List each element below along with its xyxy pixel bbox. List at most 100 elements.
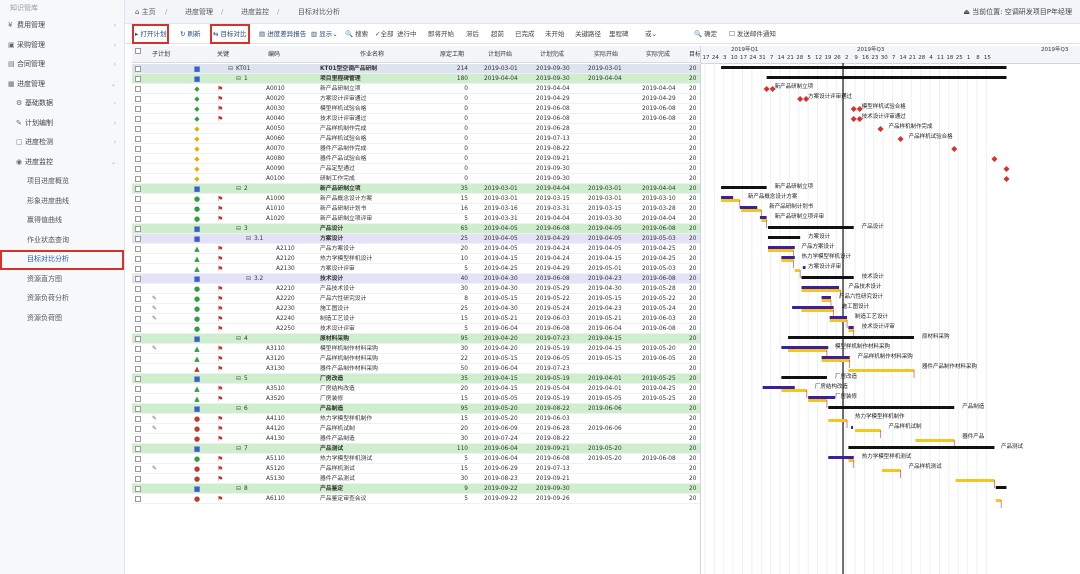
col-header-plan-finish[interactable]: 计划完成	[540, 46, 564, 63]
expand-toggle-icon[interactable]: ⊟	[236, 404, 241, 414]
row-checkbox[interactable]	[135, 186, 141, 192]
filter-option[interactable]: 里程碑	[609, 27, 629, 41]
row-checkbox[interactable]	[135, 316, 141, 322]
table-row[interactable]: ✎ ● ⚑ A2240 制造工艺设计 15 2019-05-21 2019-06-03 2019…	[132, 314, 700, 324]
table-row[interactable]: ● ⚑ A5110 热力学模型样机测试 5 2019-06-04 2019-06-08 201…	[132, 454, 700, 464]
table-row[interactable]: ■ ⊟ KT01 KT01型空调产品研制 214 2019-03-01 2019-09-30…	[132, 64, 700, 74]
sidebar-item[interactable]: 项目进度概览	[0, 172, 124, 192]
table-row[interactable]: ◆ A0060 产品样机试验合格 0 2019-07-13 20	[132, 134, 700, 144]
table-row[interactable]: ● ⚑ A1010 新产品研制计划书 16 2019-03-16 2019-03-31 201…	[132, 204, 700, 214]
table-row[interactable]: ● ⚑ A2210 产品技术设计 30 2019-04-30 2019-05-29 2019-…	[132, 284, 700, 294]
table-row[interactable]: ■ ⊟ 1 项目里程碑管理 180 2019-04-04 2019-09-30 2019-04…	[132, 74, 700, 84]
sidebar-item[interactable]: ◉ 进度监控 ⌄	[0, 153, 124, 173]
refresh-button[interactable]: ↻ 刷新	[180, 27, 201, 41]
link-icon[interactable]: ✎	[152, 294, 157, 304]
sidebar-item[interactable]: ▦ 进度管理 ⌄	[0, 75, 124, 95]
table-row[interactable]: ◆ ⚑ A0020 方案设计评审通过 0 2019-04-29 2019-04-29 20	[132, 94, 700, 104]
sidebar-item[interactable]: 作业状态查询	[0, 231, 124, 251]
filter-option[interactable]: 未开始	[545, 27, 565, 41]
sidebar-item[interactable]: ▣ 采购管理 ›	[0, 36, 124, 56]
table-row[interactable]: ✎ ● ⚑ A4120 产品样机试制 20 2019-06-09 2019-06-28 2019…	[132, 424, 700, 434]
table-row[interactable]: ▲ ⚑ A2130 方案设计评审 5 2019-04-25 2019-04-29 2019-0…	[132, 264, 700, 274]
select-all-checkbox[interactable]	[135, 48, 141, 54]
col-header-target[interactable]: 目标	[689, 46, 700, 63]
table-row[interactable]: ● ⚑ A1000 新产品概念设计方案 15 2019-03-01 2019-03-15 20…	[132, 194, 700, 204]
filter-option[interactable]: ✓全部	[375, 27, 393, 41]
table-row[interactable]: ▲ ⚑ A3130 器件产品制作材料采购 50 2019-06-04 2019-07-23 2…	[132, 364, 700, 374]
col-header-key[interactable]: 关键	[217, 46, 229, 63]
sidebar-item[interactable]: ▤ 合同管理 ›	[0, 55, 124, 75]
table-row[interactable]: ◆ ⚑ A0040 技术设计评审通过 0 2019-06-08 2019-06-08 20	[132, 114, 700, 124]
col-header-plan-start[interactable]: 计划开始	[488, 46, 512, 63]
expand-toggle-icon[interactable]: ⊟	[236, 484, 241, 494]
row-checkbox[interactable]	[135, 276, 141, 282]
row-checkbox[interactable]	[135, 476, 141, 482]
row-checkbox[interactable]	[135, 486, 141, 492]
expand-toggle-icon[interactable]: ⊟	[236, 374, 241, 384]
table-row[interactable]: ✎ ● ⚑ A2220 产品六性研究设计 8 2019-05-15 2019-05-22 201…	[132, 294, 700, 304]
table-row[interactable]: ● ⚑ A2250 技术设计评审 5 2019-06-04 2019-06-08 2019-0…	[132, 324, 700, 334]
row-checkbox[interactable]	[135, 466, 141, 472]
home-link[interactable]: ⌂ 主页	[135, 0, 156, 24]
col-header-code[interactable]: 编码	[268, 46, 280, 63]
row-checkbox[interactable]	[135, 226, 141, 232]
filter-option[interactable]: 超前	[491, 27, 504, 41]
row-checkbox[interactable]	[135, 426, 141, 432]
table-row[interactable]: ■ ⊟ 7 产品测试 110 2019-06-04 2019-09-21 2019-05-20…	[132, 444, 700, 454]
table-row[interactable]: ● ⚑ A6110 产品鉴定审查会议 5 2019-09-22 2019-09-26 20	[132, 494, 700, 504]
table-row[interactable]: ■ ⊟ 2 新产品研制立项 35 2019-03-01 2019-04-04 2019-03-…	[132, 184, 700, 194]
row-checkbox[interactable]	[135, 386, 141, 392]
row-checkbox[interactable]	[135, 266, 141, 272]
row-checkbox[interactable]	[135, 296, 141, 302]
col-header-duration[interactable]: 原定工期	[440, 46, 464, 63]
table-row[interactable]: ◆ A0080 器件产品试验合格 0 2019-09-21 20	[132, 154, 700, 164]
table-row[interactable]: ▲ ⚑ A3510 厂房结构改造 20 2019-04-15 2019-05-04 2019-…	[132, 384, 700, 394]
row-checkbox[interactable]	[135, 146, 141, 152]
row-checkbox[interactable]	[135, 136, 141, 142]
table-row[interactable]: ◆ ⚑ A0010 新产品研制立项 0 2019-04-04 2019-04-04 20	[132, 84, 700, 94]
row-checkbox[interactable]	[135, 336, 141, 342]
row-checkbox[interactable]	[135, 436, 141, 442]
col-header-name[interactable]: 作业名称	[360, 46, 384, 63]
table-row[interactable]: ■ ⊟ 3 产品设计 65 2019-04-05 2019-06-08 2019-04-05 2…	[132, 224, 700, 234]
row-checkbox[interactable]	[135, 216, 141, 222]
table-row[interactable]: ■ ⊟ 3.2 技术设计 40 2019-04-30 2019-06-08 2019-04-2…	[132, 274, 700, 284]
sidebar-item[interactable]: 赢得值曲线	[0, 211, 124, 231]
row-checkbox[interactable]	[135, 406, 141, 412]
row-checkbox[interactable]	[135, 496, 141, 502]
row-checkbox[interactable]	[135, 456, 141, 462]
table-row[interactable]: ◆ A0070 器件产品制作完成 0 2019-08-22 20	[132, 144, 700, 154]
send-email-notify-checkbox[interactable]: ☐ 发送邮件通知	[729, 27, 776, 41]
row-checkbox[interactable]	[135, 376, 141, 382]
expand-toggle-icon[interactable]: ⊟	[228, 64, 233, 74]
row-checkbox[interactable]	[135, 156, 141, 162]
expand-toggle-icon[interactable]: ⊟	[236, 444, 241, 454]
table-row[interactable]: ■ ⊟ 8 产品鉴定 9 2019-09-22 2019-09-30 20	[132, 484, 700, 494]
row-checkbox[interactable]	[135, 326, 141, 332]
table-row[interactable]: ✎ ▲ ⚑ A3110 模型样机制作材料采购 30 2019-04-20 2019-05-19…	[132, 344, 700, 354]
link-icon[interactable]: ✎	[152, 344, 157, 354]
row-checkbox[interactable]	[135, 346, 141, 352]
table-row[interactable]: ■ ⊟ 3.1 方案设计 25 2019-04-05 2019-04-29 2019-04-0…	[132, 234, 700, 244]
expand-toggle-icon[interactable]: ⊟	[246, 274, 251, 284]
sidebar-item[interactable]: 资源负荷分析	[0, 289, 124, 309]
sidebar-item[interactable]: 目标对比分析	[0, 250, 124, 270]
table-row[interactable]: ■ ⊟ 4 原材料采购 95 2019-04-20 2019-07-23 2019-04-15…	[132, 334, 700, 344]
row-checkbox[interactable]	[135, 116, 141, 122]
row-checkbox[interactable]	[135, 196, 141, 202]
sidebar-item[interactable]: ¥ 费用管理 ›	[0, 16, 124, 36]
sidebar-item[interactable]: ▢ 进度检测 ›	[0, 133, 124, 153]
row-checkbox[interactable]	[135, 246, 141, 252]
col-header-subplan[interactable]: 子计划	[152, 46, 170, 63]
table-row[interactable]: ■ ⊟ 6 产品制造 95 2019-05-20 2019-08-22 2019-06-06 2…	[132, 404, 700, 414]
breadcrumb-progress-monitor[interactable]: 进度监控	[241, 0, 269, 24]
table-row[interactable]: ◆ A0090 产品定型通过 0 2019-09-30 20	[132, 164, 700, 174]
row-checkbox[interactable]	[135, 86, 141, 92]
display-dropdown[interactable]: ▥ 显示⌄	[311, 27, 338, 41]
target-compare-button[interactable]: ⇆ 目标对比	[210, 24, 250, 44]
breadcrumb-progress-mgmt[interactable]: 进度管理	[185, 0, 213, 24]
sidebar-item[interactable]: 资源直方图	[0, 270, 124, 290]
table-row[interactable]: ● ⚑ A5130 器件产品测试 30 2019-08-23 2019-09-21 20	[132, 474, 700, 484]
row-checkbox[interactable]	[135, 236, 141, 242]
table-row[interactable]: ▲ ⚑ A2110 产品方案设计 20 2019-04-05 2019-04-24 2019-…	[132, 244, 700, 254]
